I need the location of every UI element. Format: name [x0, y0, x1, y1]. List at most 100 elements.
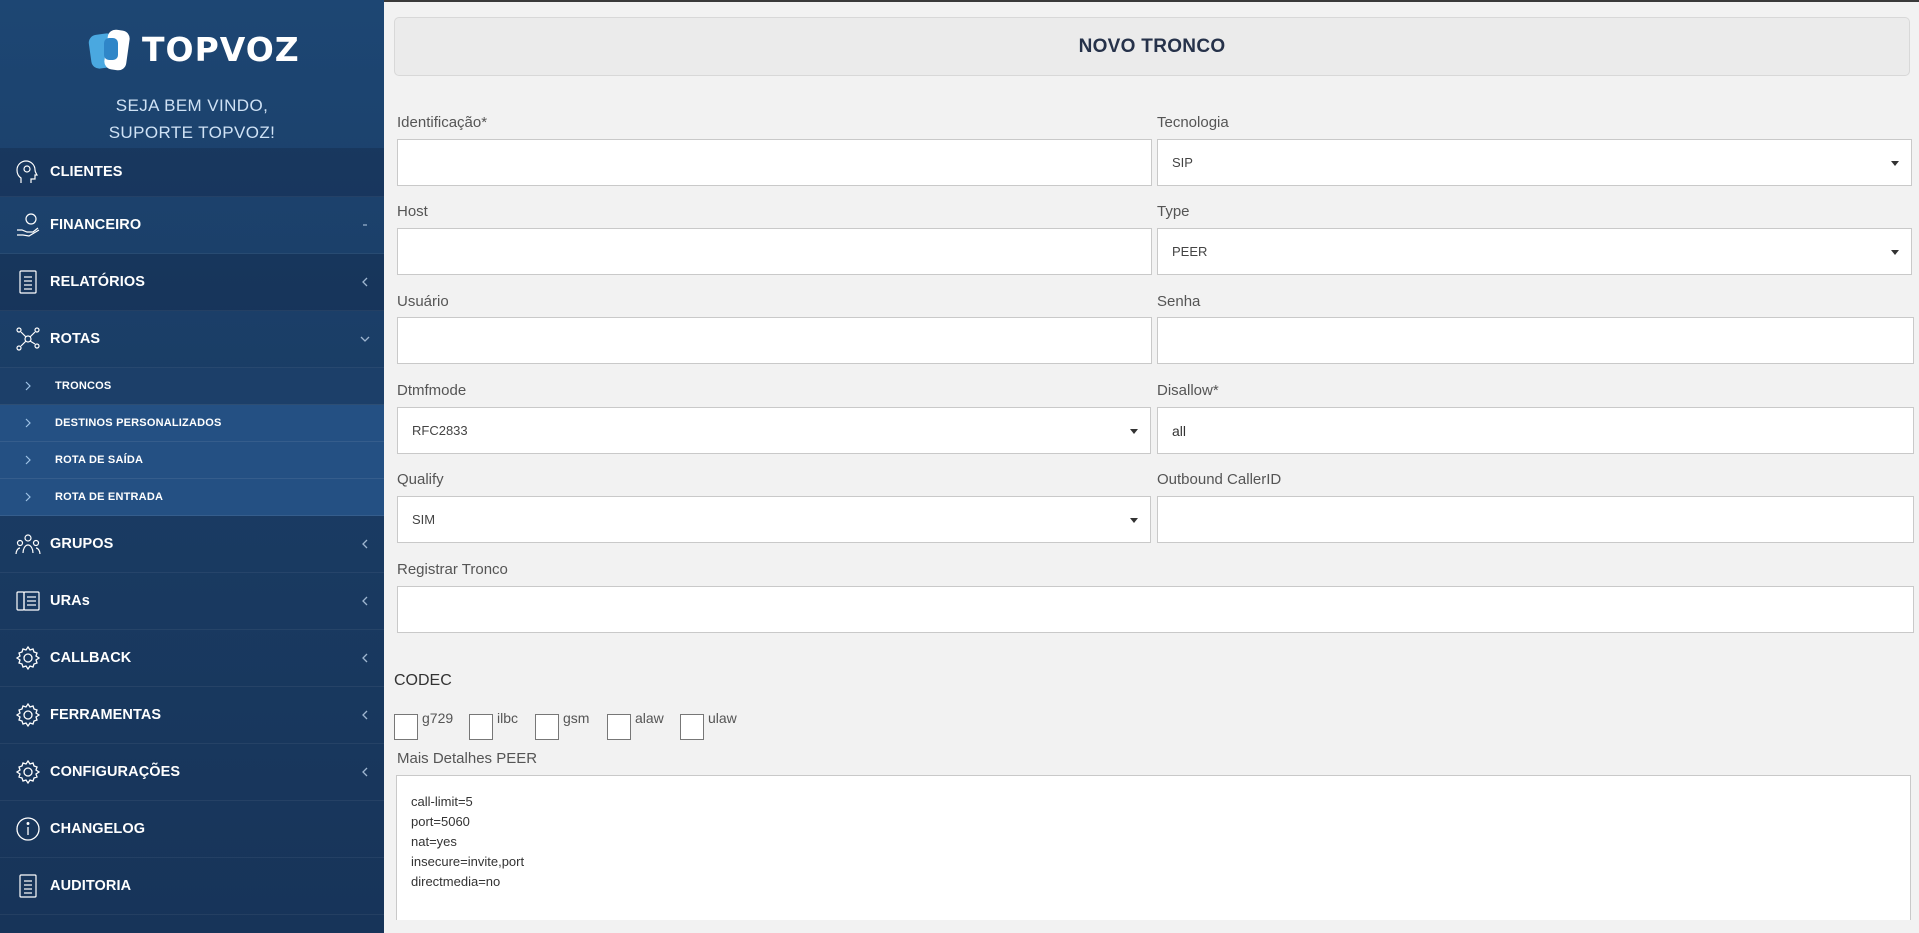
menu-label: CALLBACK [50, 650, 132, 666]
chevron-right-icon [25, 418, 31, 428]
phone-book-icon [14, 587, 42, 615]
tecnologia-select[interactable]: SIP [1157, 139, 1912, 186]
menu-label: AUDITORIA [50, 878, 132, 894]
brand-logo[interactable]: TOPVOZ [86, 24, 300, 74]
menu-label: CHANGELOG [50, 821, 146, 837]
submenu-label: ROTA DE SAÍDA [55, 454, 144, 466]
menu-item-ferramentas[interactable]: FERRAMENTAS [0, 687, 384, 744]
main-menu: CLIENTES FINANCEIRO RELATÓRIOS ROTAS TRO… [0, 148, 384, 915]
usuario-input[interactable] [397, 317, 1152, 364]
menu-label: CLIENTES [50, 164, 123, 180]
type-select[interactable]: PEER [1157, 228, 1912, 275]
menu-item-rotas[interactable]: ROTAS [0, 311, 384, 368]
identificacao-input[interactable] [397, 139, 1152, 186]
chevron-left-icon [360, 596, 370, 606]
senha-input[interactable] [1157, 317, 1914, 364]
codec-alaw[interactable]: alaw [607, 710, 664, 740]
dtmfmode-value: RFC2833 [412, 423, 468, 438]
caret-down-icon [1130, 428, 1138, 434]
dash-icon [360, 220, 370, 230]
type-label: Type [1157, 203, 1190, 220]
menu-label: CONFIGURAÇÕES [50, 764, 181, 780]
submenu-item-destinos-personalizados[interactable]: DESTINOS PERSONALIZADOS [0, 405, 384, 442]
codec-gsm[interactable]: gsm [535, 710, 589, 740]
chevron-down-icon [360, 334, 370, 344]
menu-label: RELATÓRIOS [50, 274, 145, 290]
codec-alaw-checkbox[interactable] [607, 714, 631, 740]
menu-item-clientes[interactable]: CLIENTES [0, 148, 384, 197]
main-content: NOVO TRONCO Identificação* Tecnologia SI… [384, 2, 1919, 933]
menu-item-uras[interactable]: URAs [0, 573, 384, 630]
codec-ulaw-label: ulaw [708, 710, 737, 726]
menu-label: FERRAMENTAS [50, 707, 162, 723]
details-textarea[interactable]: call-limit=5 port=5060 nat=yes insecure=… [396, 775, 1911, 933]
codec-ilbc-checkbox[interactable] [469, 714, 493, 740]
menu-label: FINANCEIRO [50, 217, 142, 233]
page-header: NOVO TRONCO [394, 17, 1910, 76]
disallow-label: Disallow* [1157, 382, 1219, 399]
codec-g729-label: g729 [422, 710, 454, 726]
menu-label: GRUPOS [50, 536, 114, 552]
brand-logo-icon [88, 29, 130, 71]
report-icon [14, 268, 42, 296]
disallow-input[interactable]: all [1157, 407, 1914, 454]
usuario-label: Usuário [397, 293, 449, 310]
chevron-left-icon [360, 539, 370, 549]
info-icon [14, 815, 42, 843]
welcome-line-1: SEJA BEM VINDO, [115, 96, 269, 115]
page-title: NOVO TRONCO [1078, 35, 1226, 57]
menu-item-financeiro[interactable]: FINANCEIRO [0, 197, 384, 254]
host-input[interactable] [397, 228, 1152, 275]
qualify-value: SIM [412, 512, 436, 527]
details-line: insecure=invite,port [411, 854, 525, 869]
menu-item-callback[interactable]: CALLBACK [0, 630, 384, 687]
registrar-tronco-input[interactable] [397, 586, 1914, 633]
tecnologia-value: SIP [1172, 155, 1193, 170]
identificacao-label: Identificação* [397, 114, 488, 131]
menu-item-auditoria[interactable]: AUDITORIA [0, 858, 384, 915]
codec-ilbc-label: ilbc [497, 710, 519, 726]
codec-ulaw-checkbox[interactable] [680, 714, 704, 740]
money-hand-icon [14, 211, 42, 239]
menu-item-configuracoes[interactable]: CONFIGURAÇÕES [0, 744, 384, 801]
menu-label: ROTAS [50, 331, 101, 347]
chevron-left-icon [360, 767, 370, 777]
codec-ulaw[interactable]: ulaw [680, 710, 737, 740]
chevron-right-icon [25, 492, 31, 502]
dtmfmode-select[interactable]: RFC2833 [397, 407, 1151, 454]
welcome-message: SEJA BEM VINDO, SUPORTE TOPVOZ! [0, 92, 384, 146]
welcome-line-2: SUPORTE TOPVOZ! [108, 123, 276, 142]
submenu-item-rota-de-entrada[interactable]: ROTA DE ENTRADA [0, 479, 384, 516]
host-label: Host [397, 203, 428, 220]
submenu-item-rota-de-saida[interactable]: ROTA DE SAÍDA [0, 442, 384, 479]
menu-item-relatorios[interactable]: RELATÓRIOS [0, 254, 384, 311]
menu-item-changelog[interactable]: CHANGELOG [0, 801, 384, 858]
codec-ilbc[interactable]: ilbc [469, 710, 518, 740]
chevron-left-icon [360, 653, 370, 663]
tecnologia-label: Tecnologia [1157, 114, 1229, 131]
details-line: directmedia=no [411, 874, 501, 889]
codec-gsm-checkbox[interactable] [535, 714, 559, 740]
codec-g729[interactable]: g729 [394, 710, 453, 740]
chevron-right-icon [25, 455, 31, 465]
qualify-select[interactable]: SIM [397, 496, 1151, 543]
network-icon [14, 325, 42, 353]
chevron-left-icon [360, 277, 370, 287]
registrar-tronco-label: Registrar Tronco [397, 561, 508, 578]
details-line: nat=yes [411, 834, 457, 849]
menu-item-grupos[interactable]: GRUPOS [0, 516, 384, 573]
sidebar: TOPVOZ SEJA BEM VINDO, SUPORTE TOPVOZ! C… [0, 0, 384, 933]
bottom-edge [384, 920, 1919, 933]
group-icon [14, 530, 42, 558]
codec-gsm-label: gsm [563, 710, 590, 726]
senha-label: Senha [1157, 293, 1201, 310]
gear-icon [14, 758, 42, 786]
submenu-label: DESTINOS PERSONALIZADOS [55, 417, 222, 429]
outbound-callerid-input[interactable] [1157, 496, 1914, 543]
caret-down-icon [1891, 249, 1899, 255]
codec-g729-checkbox[interactable] [394, 714, 418, 740]
brand-name: TOPVOZ [142, 29, 300, 69]
dtmfmode-label: Dtmfmode [397, 382, 467, 399]
outbound-callerid-label: Outbound CallerID [1157, 471, 1282, 488]
submenu-item-troncos[interactable]: TRONCOS [0, 368, 384, 405]
